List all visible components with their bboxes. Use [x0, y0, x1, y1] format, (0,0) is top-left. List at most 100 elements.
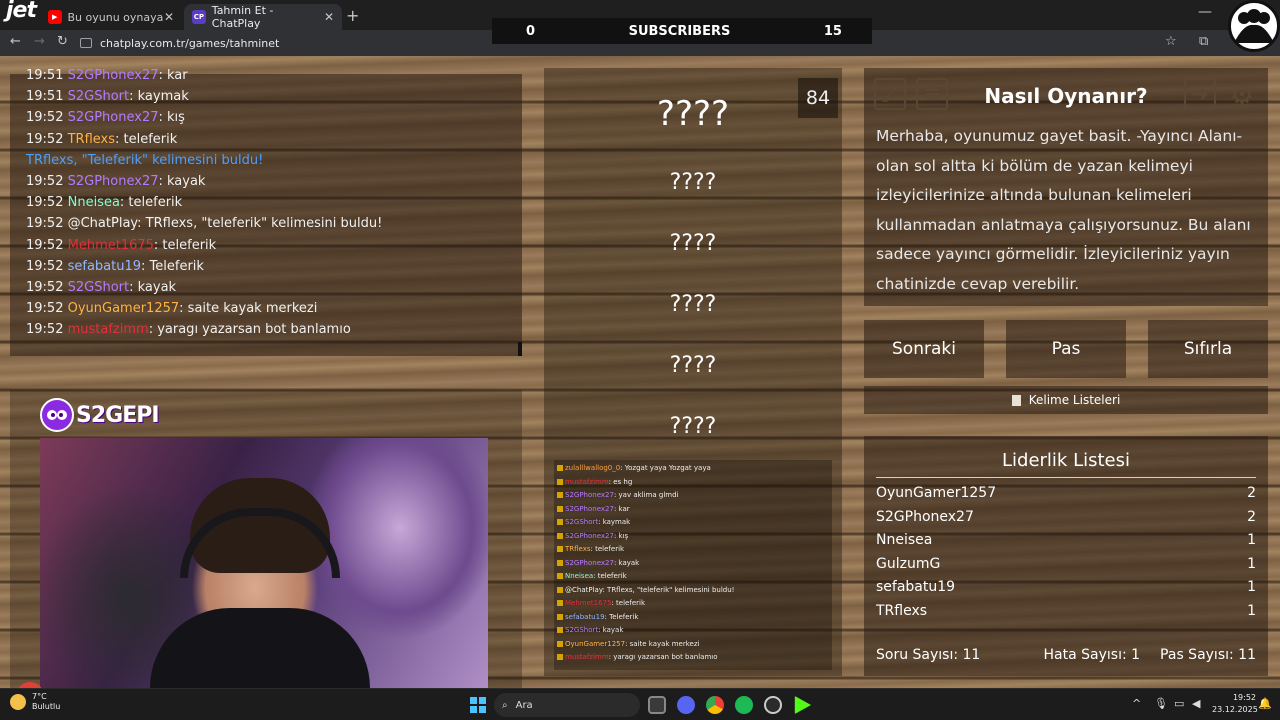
task-view-icon[interactable]	[648, 696, 666, 714]
url-field[interactable]: chatplay.com.tr/games/tahminet	[80, 33, 480, 53]
overlay-chat-message: OyunGamer1257: saite kayak merkezi	[557, 640, 699, 648]
chat-timestamp: 19:52	[26, 110, 64, 126]
chat-username[interactable]: TRflexs, "Teleferik" kelimesini buldu!	[26, 153, 263, 168]
weather-widget[interactable]: 7°C Bulutlu	[10, 692, 60, 712]
kick-icon[interactable]	[794, 696, 811, 714]
overlay-chat-username: Mehmet1675	[565, 599, 612, 607]
tab-chatplay[interactable]: CP Tahmin Et - ChatPlay ✕	[184, 4, 342, 30]
error-count: Hata Sayısı: 1	[1043, 647, 1141, 663]
chat-timestamp: 19:52	[26, 174, 64, 189]
chat-username[interactable]: Mehmet1675	[68, 238, 154, 253]
chevron-up-icon[interactable]: ^	[1132, 697, 1141, 710]
overlay-chat-text: : yav aklima glmdi	[613, 491, 679, 499]
network-icon[interactable]: ▭	[1174, 697, 1184, 710]
chatplay-icon: CP	[192, 10, 206, 24]
youtube-icon: ▶	[48, 10, 62, 24]
how-to-play-text: Merhaba, oyunumuz gayet basit. -Yayıncı …	[876, 127, 1251, 293]
overlay-chat-text: : yaragı yazarsan bot banlamıo	[608, 653, 718, 661]
chat-timestamp: 19:51	[26, 89, 64, 105]
chat-username[interactable]: S2GShort	[68, 89, 129, 104]
chat-username[interactable]: sefabatu19	[68, 259, 141, 274]
chat-text: : kar	[158, 68, 188, 83]
chat-message: TRflexs, "Teleferik" kelimesini buldu!	[26, 153, 263, 168]
leaderboard-score: 1	[1247, 579, 1256, 596]
overlay-chat-message: sefabatu19: Teleferik	[557, 613, 638, 621]
notification-bell-icon[interactable]: 🔔	[1258, 697, 1272, 710]
chat-username[interactable]: mustafzimm	[68, 322, 149, 337]
overlay-chat-message: S2GShort: kayak	[557, 626, 623, 634]
speaker-icon[interactable]: ◀	[1192, 697, 1200, 710]
channel-avatar	[1228, 0, 1280, 52]
overlay-chat-message: S2GShort: kaymak	[557, 518, 630, 526]
overlay-chat-message: @ChatPlay: TRflexs, "teleferik" kelimesi…	[557, 586, 734, 594]
chat-scrollbar[interactable]	[518, 342, 522, 356]
chat-username[interactable]: S2GPhonex27	[68, 68, 159, 83]
chat-text: : kış	[158, 110, 185, 126]
how-to-play-title: Nasıl Oynanır?	[984, 84, 1148, 108]
overlay-chat-message: S2GPhonex27: kış	[557, 532, 628, 540]
spotify-icon[interactable]	[735, 696, 753, 714]
pass-button[interactable]: Pas	[1006, 320, 1126, 378]
reload-icon[interactable]: ↻	[57, 34, 68, 49]
site-info-icon[interactable]	[80, 38, 92, 48]
overlay-chat-text: : kayak	[598, 626, 624, 634]
chat-username[interactable]: OyunGamer1257	[68, 301, 180, 316]
chat-text: : kayak	[158, 174, 206, 189]
overlay-chat-username: zulalllwallog0_0	[565, 464, 621, 472]
overlay-chat-message: Nneisea: teleferik	[557, 572, 627, 580]
chat-username[interactable]: S2GPhonex27	[68, 110, 159, 125]
chat-username[interactable]: S2GShort	[68, 280, 129, 295]
hidden-word: ????	[669, 231, 717, 256]
obs-icon[interactable]	[764, 696, 782, 714]
taskbar-search[interactable]: ⌕ Ara	[494, 693, 640, 717]
clock-time: 19:52	[1232, 693, 1256, 702]
chrome-icon[interactable]	[706, 696, 724, 714]
chat-username[interactable]: @ChatPlay	[68, 216, 138, 231]
overlay-chat-username: @ChatPlay	[565, 585, 603, 594]
overlay-chat-message: mustafzimm: yaragı yazarsan bot banlamıo	[557, 653, 718, 661]
chat-text: : teleferik	[153, 237, 217, 253]
word-lists-label: Kelime Listeleri	[1028, 393, 1121, 407]
clock-date: 23.12.2025	[1212, 705, 1258, 714]
subscriber-bar: 0 SUBSCRIBERS 15	[492, 18, 872, 44]
microphone-icon[interactable]: 🎙	[1154, 697, 1168, 710]
word-panel: 84 ???? ???? ???? ???? ???? ???? zulalll…	[544, 68, 842, 676]
chat-text: : kaymak	[129, 89, 189, 105]
chat-username[interactable]: Nneisea	[68, 195, 120, 210]
chat-username[interactable]: TRflexs	[68, 132, 115, 147]
extensions-icon[interactable]: ⧉	[1199, 34, 1208, 49]
forward-icon[interactable]: →	[34, 34, 45, 49]
chat-message: 19:52 OyunGamer1257: saite kayak merkezi	[26, 301, 317, 316]
chat-badge-icon	[557, 465, 563, 471]
windows-start-icon[interactable]	[470, 697, 486, 713]
overlay-chat-message: zulalllwallog0_0: Yozgat yaya Yozgat yay…	[557, 464, 711, 472]
overlay-chat-username: Nneisea	[565, 572, 594, 580]
question-count: Soru Sayısı: 11	[876, 647, 981, 663]
chat-timestamp: 19:52	[26, 216, 64, 232]
back-icon[interactable]: ←	[10, 34, 21, 49]
chat-badge-icon	[557, 640, 563, 647]
overlay-chat-message: S2GPhonex27: kar	[557, 505, 630, 513]
close-icon[interactable]: ✕	[324, 10, 334, 24]
overlay-chat-message: S2GPhonex27: kayak	[557, 559, 639, 567]
chat-message: 19:52 Nneisea: teleferik	[26, 195, 182, 210]
chat-timestamp: 19:52	[26, 280, 64, 295]
chat-message: 19:52 S2GShort: kayak	[26, 280, 176, 295]
discord-icon[interactable]	[677, 696, 695, 714]
minimize-icon[interactable]: —	[1198, 4, 1212, 20]
tab-youtube[interactable]: ▶ Bu oyunu oynayacak mı? 12 - You ✕	[40, 4, 182, 30]
next-button[interactable]: Sonraki	[864, 320, 984, 378]
new-tab-icon[interactable]: +	[346, 6, 359, 25]
leaderboard-score: 1	[1247, 532, 1256, 549]
chat-username[interactable]: S2GPhonex27	[68, 174, 159, 189]
word-lists-button[interactable]: Kelime Listeleri	[864, 386, 1268, 414]
chat-message: 19:52 sefabatu19: Teleferik	[26, 259, 204, 274]
overlay-chat-message: Mehmet1675: teleferik	[557, 599, 645, 607]
bookmark-star-icon[interactable]: ☆	[1165, 34, 1177, 49]
reset-button[interactable]: Sıfırla	[1148, 320, 1268, 378]
close-icon[interactable]: ✕	[164, 10, 174, 24]
chat-badge-icon	[557, 573, 563, 579]
leaderboard-score: 2	[1247, 508, 1256, 525]
weather-icon	[10, 694, 26, 710]
taskbar-clock[interactable]: 19:52 23.12.2025	[1212, 692, 1258, 716]
